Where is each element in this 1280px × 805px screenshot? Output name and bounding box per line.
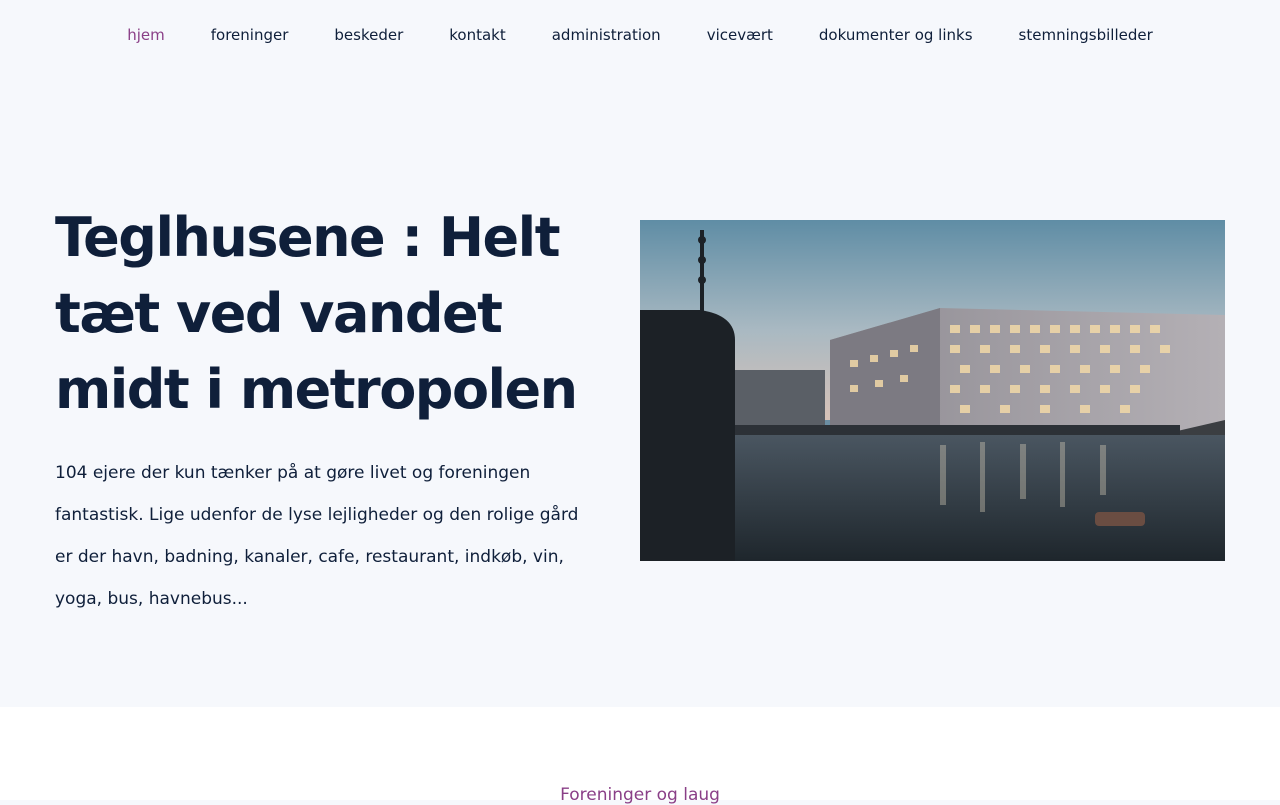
harbor-building-photo	[640, 220, 1225, 561]
hero-description: 104 ejere der kun tænker på at gøre live…	[55, 463, 579, 609]
nav-item-vicevaert[interactable]: vicevært	[684, 0, 796, 70]
hero-text-block: Teglhusene : Helt tæt ved vandet midt i …	[55, 200, 610, 620]
nav-item-beskeder[interactable]: beskeder	[311, 0, 426, 70]
hero-section: Teglhusene : Helt tæt ved vandet midt i …	[0, 70, 1280, 707]
hero-title: Teglhusene : Helt tæt ved vandet midt i …	[55, 206, 578, 421]
associations-heading: Foreninger og laug	[560, 785, 720, 805]
associations-section: Foreninger og laug	[0, 707, 1280, 805]
nav-item-hjem[interactable]: hjem	[104, 0, 188, 70]
nav-item-kontakt[interactable]: kontakt	[426, 0, 528, 70]
nav-item-foreninger[interactable]: foreninger	[188, 0, 312, 70]
nav-item-administration[interactable]: administration	[529, 0, 684, 70]
main-navigation: hjem foreninger beskeder kontakt adminis…	[0, 0, 1280, 70]
nav-item-dokumenter-og-links[interactable]: dokumenter og links	[796, 0, 996, 70]
nav-item-stemningsbilleder[interactable]: stemningsbilleder	[996, 0, 1176, 70]
